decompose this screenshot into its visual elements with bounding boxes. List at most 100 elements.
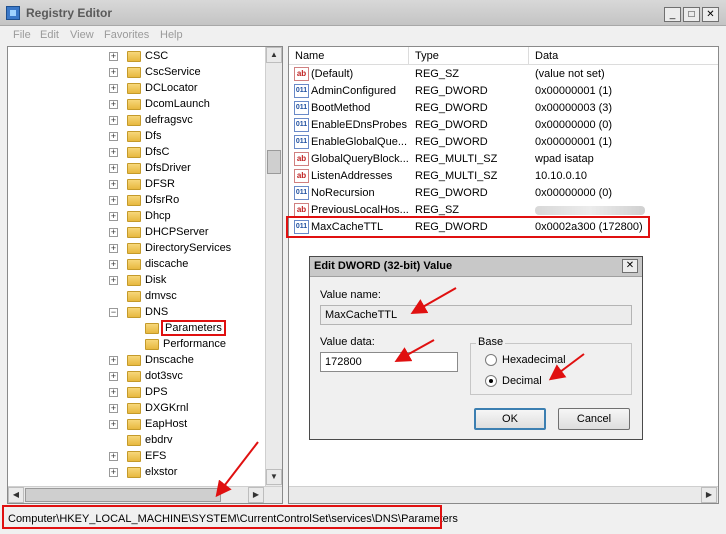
value-row--default[interactable]: ab (Default) REG_SZ (value not set): [289, 66, 718, 83]
column-header-type[interactable]: Type: [409, 47, 529, 65]
tree-expander-icon[interactable]: +: [109, 260, 118, 269]
column-header-name[interactable]: Name: [289, 47, 409, 65]
tree-expander-icon[interactable]: +: [109, 388, 118, 397]
tree-item-ebdrv[interactable]: ebdrv: [127, 433, 282, 449]
tree-expander-icon[interactable]: +: [109, 228, 118, 237]
tree-expander-icon[interactable]: +: [109, 132, 118, 141]
tree-expander-icon[interactable]: +: [109, 372, 118, 381]
tree-item-dclocator[interactable]: + DCLocator: [109, 81, 282, 97]
folder-icon: [127, 211, 141, 222]
tree-expander-icon[interactable]: +: [109, 244, 118, 253]
tree-item-dfsrro[interactable]: + DfsrRo: [109, 193, 282, 209]
value-name: BootMethod: [311, 102, 371, 114]
tree-expander-icon[interactable]: +: [109, 100, 118, 109]
close-button[interactable]: ✕: [702, 7, 719, 22]
registry-tree[interactable]: + CSC + CscService + DCLocator + DcomLaunch + def…: [7, 46, 283, 504]
menu-help[interactable]: Help: [160, 29, 183, 41]
tree-scroll-left-button[interactable]: ◀: [8, 487, 24, 503]
value-row-bootmethod[interactable]: 011 BootMethod REG_DWORD 0x00000003 (3): [289, 100, 718, 117]
tree-item-parameters[interactable]: Parameters: [145, 320, 282, 337]
value-row-norecursion[interactable]: 011 NoRecursion REG_DWORD 0x00000000 (0): [289, 185, 718, 202]
value-row-globalqueryblock[interactable]: ab GlobalQueryBlock... REG_MULTI_SZ wpad is…: [289, 151, 718, 168]
cancel-button[interactable]: Cancel: [558, 408, 630, 430]
tree-scroll-down-button[interactable]: ▼: [266, 469, 282, 485]
tree-item-label: EFS: [145, 450, 167, 462]
value-row-listenaddresses[interactable]: ab ListenAddresses REG_MULTI_SZ 10.10.0.10: [289, 168, 718, 185]
tree-expander-icon[interactable]: +: [109, 52, 118, 61]
value-row-adminconfigured[interactable]: 011 AdminConfigured REG_DWORD 0x00000001 (1…: [289, 83, 718, 100]
value-name: (Default): [311, 68, 354, 80]
decimal-radio[interactable]: [485, 375, 497, 387]
tree-expander-icon[interactable]: +: [109, 404, 118, 413]
tree-item-dfs[interactable]: + Dfs: [109, 129, 282, 145]
ok-button[interactable]: OK: [474, 408, 546, 430]
folder-icon: [127, 195, 141, 206]
tree-hscroll-thumb[interactable]: [25, 488, 221, 502]
list-horizontal-scrollbar[interactable]: ▶: [289, 486, 718, 503]
tree-expander-icon[interactable]: +: [109, 180, 118, 189]
tree-item-dcomlaunch[interactable]: + DcomLaunch: [109, 97, 282, 113]
menu-view[interactable]: View: [70, 29, 94, 41]
tree-scroll-thumb[interactable]: [267, 150, 281, 174]
tree-item-csc[interactable]: + CSC: [109, 49, 282, 65]
tree-expander-icon[interactable]: +: [109, 164, 118, 173]
menu-edit[interactable]: Edit: [40, 29, 59, 41]
tree-expander-icon[interactable]: +: [109, 452, 118, 461]
tree-expander-icon[interactable]: +: [109, 468, 118, 477]
tree-item-performance[interactable]: Performance: [145, 337, 282, 353]
tree-horizontal-scrollbar[interactable]: ◀ ▶: [8, 486, 282, 503]
tree-item-dxgkrnl[interactable]: + DXGKrnl: [109, 401, 282, 417]
tree-item-elxstor[interactable]: + elxstor: [109, 465, 282, 481]
menu-file[interactable]: File: [13, 29, 31, 41]
tree-item-directoryservices[interactable]: + DirectoryServices: [109, 241, 282, 257]
column-header-data[interactable]: Data: [529, 47, 718, 65]
tree-item-dfsc[interactable]: + DfsC: [109, 145, 282, 161]
tree-item-efs[interactable]: + EFS: [109, 449, 282, 465]
tree-scroll-right-button[interactable]: ▶: [248, 487, 264, 503]
tree-expander-icon[interactable]: +: [109, 196, 118, 205]
value-data-input[interactable]: 172800: [320, 352, 458, 372]
tree-item-dhcp[interactable]: + Dhcp: [109, 209, 282, 225]
tree-item-dfsr[interactable]: + DFSR: [109, 177, 282, 193]
tree-expander-icon[interactable]: +: [109, 148, 118, 157]
tree-expander-icon[interactable]: +: [109, 116, 118, 125]
value-type: REG_MULTI_SZ: [415, 170, 498, 182]
tree-expander-icon[interactable]: −: [109, 308, 118, 317]
tree-item-dfsdriver[interactable]: + DfsDriver: [109, 161, 282, 177]
tree-item-dnscache[interactable]: + Dnscache: [109, 353, 282, 369]
folder-icon: [127, 307, 141, 318]
tree-item-disk[interactable]: + Disk: [109, 273, 282, 289]
tree-expander-icon[interactable]: +: [109, 68, 118, 77]
string-value-icon: ab: [294, 67, 309, 81]
tree-item-dns[interactable]: − DNS: [109, 305, 282, 321]
tree-item-discache[interactable]: + discache: [109, 257, 282, 273]
minimize-button[interactable]: _: [664, 7, 681, 22]
tree-item-cscservice[interactable]: + CscService: [109, 65, 282, 81]
dialog-close-button[interactable]: ✕: [622, 259, 638, 273]
value-data: 0x00000000 (0): [535, 119, 613, 131]
tree-expander-icon[interactable]: +: [109, 276, 118, 285]
tree-item-label: DcomLaunch: [145, 98, 210, 110]
value-row-enableednsprobes[interactable]: 011 EnableEDnsProbes REG_DWORD 0x00000000 (…: [289, 117, 718, 134]
hexadecimal-radio[interactable]: [485, 354, 497, 366]
tree-expander-icon[interactable]: +: [109, 356, 118, 365]
tree-item-defragsvc[interactable]: + defragsvc: [109, 113, 282, 129]
list-scroll-right-button[interactable]: ▶: [701, 487, 717, 503]
tree-scroll-up-button[interactable]: ▲: [266, 47, 282, 63]
tree-item-dot3svc[interactable]: + dot3svc: [109, 369, 282, 385]
tree-item-dps[interactable]: + DPS: [109, 385, 282, 401]
tree-vertical-scrollbar[interactable]: ▲ ▼: [265, 47, 282, 486]
maximize-button[interactable]: □: [683, 7, 700, 22]
menu-favorites[interactable]: Favorites: [104, 29, 149, 41]
tree-expander-icon[interactable]: +: [109, 212, 118, 221]
value-type: REG_MULTI_SZ: [415, 153, 498, 165]
tree-item-dmvsc[interactable]: dmvsc: [127, 289, 282, 305]
tree-item-label: CscService: [145, 66, 201, 78]
tree-item-eaphost[interactable]: + EapHost: [109, 417, 282, 433]
value-name-field[interactable]: MaxCacheTTL: [320, 305, 632, 325]
folder-icon: [127, 51, 141, 62]
tree-expander-icon[interactable]: +: [109, 420, 118, 429]
tree-expander-icon[interactable]: +: [109, 84, 118, 93]
value-row-enableglobalque[interactable]: 011 EnableGlobalQue... REG_DWORD 0x00000001…: [289, 134, 718, 151]
tree-item-dhcpserver[interactable]: + DHCPServer: [109, 225, 282, 241]
